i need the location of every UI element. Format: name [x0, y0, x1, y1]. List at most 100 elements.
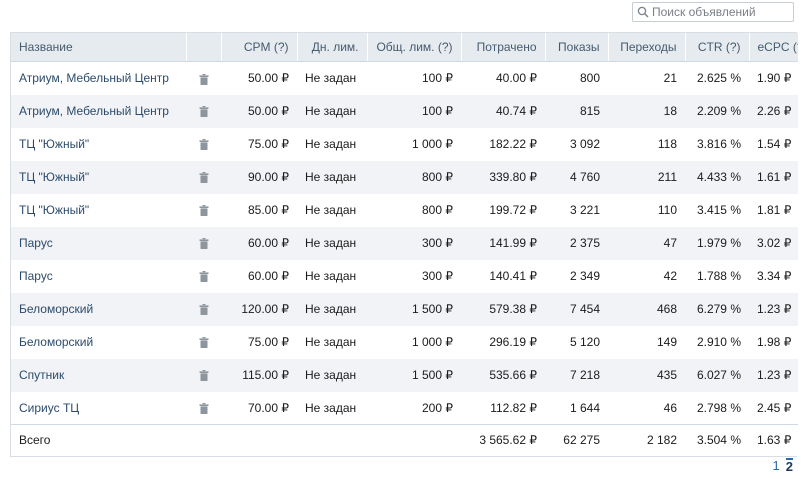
cell-ecpc: 1.23 ₽ [749, 358, 798, 392]
page-link-2[interactable]: 2 [785, 458, 793, 473]
trash-icon[interactable] [199, 172, 209, 184]
cell-ctr: 3.816 % [685, 127, 749, 161]
cell-ctr: 6.027 % [685, 358, 749, 392]
table-row: Парус 60.00 ₽ Не задан 300 ₽141.99 ₽2 375 47… [11, 226, 798, 260]
row-name-link[interactable]: Беломорский [11, 325, 186, 359]
cell-total-limit: 100 ₽ [367, 61, 461, 95]
cell-cpm: 50.00 ₽ [221, 94, 297, 128]
cell-views: 2 375 [545, 226, 608, 260]
cell-clicks: 211 [608, 160, 685, 194]
cell-cpm: 60.00 ₽ [221, 226, 297, 260]
cell-ctr: 4.433 % [685, 160, 749, 194]
cell-spent: 40.00 ₽ [461, 61, 545, 95]
row-name-link[interactable]: Атриум, Мебельный Центр [11, 94, 186, 128]
col-header-ctr[interactable]: CTR (?) [684, 33, 749, 62]
trash-icon[interactable] [199, 370, 209, 382]
cell-views: 3 092 [545, 127, 608, 161]
search-box[interactable] [632, 2, 794, 22]
cell-clicks: 21 [608, 61, 685, 95]
row-name-link[interactable]: Атриум, Мебельный Центр [11, 61, 186, 95]
cell-cpm: 60.00 ₽ [221, 259, 297, 293]
cell-total-limit: 800 ₽ [367, 160, 461, 194]
table-row: Атриум, Мебельный Центр 50.00 ₽ Не задан 10… [11, 61, 798, 95]
cell-total-limit: 1 500 ₽ [367, 358, 461, 392]
col-header-ecpc[interactable]: eCPC (?) [748, 33, 798, 62]
cell-views: 815 [545, 94, 608, 128]
cell-ecpc: 3.34 ₽ [749, 259, 798, 293]
row-name-link[interactable]: Беломорский [11, 292, 186, 326]
table-header-row: Название CPM (?) Дн. лим. Общ. лим. (?) … [11, 33, 798, 62]
cell-clicks: 110 [608, 193, 685, 227]
table-row: ТЦ "Южный" 75.00 ₽ Не задан 1 000 ₽182.22 ₽… [11, 127, 798, 161]
col-header-daily-limit[interactable]: Дн. лим. [296, 33, 367, 62]
col-header-spent[interactable]: Потрачено [460, 33, 545, 62]
col-header-clicks[interactable]: Переходы [607, 33, 685, 62]
trash-icon[interactable] [199, 106, 209, 118]
cell-cpm: 70.00 ₽ [221, 391, 297, 425]
cell-ecpc: 1.54 ₽ [749, 127, 798, 161]
cell-ctr: 1.979 % [685, 226, 749, 260]
cell-ctr: 3.415 % [685, 193, 749, 227]
row-name-link[interactable]: ТЦ "Южный" [11, 160, 186, 194]
row-name-link[interactable]: Сириус ТЦ [11, 391, 186, 425]
row-name-link[interactable]: Парус [11, 226, 186, 260]
cell-views: 1 644 [545, 391, 608, 425]
cell-clicks: 18 [608, 94, 685, 128]
totals-views: 62 275 [545, 424, 608, 456]
cell-total-limit: 200 ₽ [367, 391, 461, 425]
cell-ecpc: 2.45 ₽ [749, 391, 798, 425]
cell-cpm: 120.00 ₽ [221, 292, 297, 326]
row-name-link[interactable]: Спутник [11, 358, 186, 392]
cell-clicks: 118 [608, 127, 685, 161]
cell-spent: 199.72 ₽ [461, 193, 545, 227]
cell-ecpc: 2.26 ₽ [749, 94, 798, 128]
cell-daily-limit: Не задан [297, 259, 367, 293]
trash-icon[interactable] [199, 304, 209, 316]
cell-cpm: 115.00 ₽ [221, 358, 297, 392]
cell-spent: 339.80 ₽ [461, 160, 545, 194]
cell-clicks: 42 [608, 259, 685, 293]
cell-total-limit: 800 ₽ [367, 193, 461, 227]
row-name-link[interactable]: ТЦ "Южный" [11, 193, 186, 227]
search-icon [637, 6, 649, 18]
cell-total-limit: 300 ₽ [367, 226, 461, 260]
cell-clicks: 46 [608, 391, 685, 425]
cell-cpm: 75.00 ₽ [221, 127, 297, 161]
cell-daily-limit: Не задан [297, 193, 367, 227]
totals-ctr: 3.504 % [685, 424, 749, 456]
trash-icon[interactable] [199, 139, 209, 151]
cell-views: 5 120 [545, 325, 608, 359]
cell-views: 800 [545, 61, 608, 95]
cell-ecpc: 3.02 ₽ [749, 226, 798, 260]
search-input[interactable] [652, 5, 788, 19]
cell-cpm: 75.00 ₽ [221, 325, 297, 359]
cell-daily-limit: Не задан [297, 226, 367, 260]
cell-ctr: 6.279 % [685, 292, 749, 326]
trash-icon[interactable] [199, 271, 209, 283]
col-header-name[interactable]: Название [11, 33, 186, 62]
totals-label: Всего [11, 424, 186, 456]
trash-icon[interactable] [199, 403, 209, 415]
cell-clicks: 47 [608, 226, 685, 260]
row-name-link[interactable]: ТЦ "Южный" [11, 127, 186, 161]
cell-total-limit: 1 000 ₽ [367, 325, 461, 359]
cell-daily-limit: Не задан [297, 127, 367, 161]
row-name-link[interactable]: Парус [11, 259, 186, 293]
cell-ecpc: 1.61 ₽ [749, 160, 798, 194]
cell-daily-limit: Не задан [297, 391, 367, 425]
trash-icon[interactable] [199, 205, 209, 217]
pagination: 1 2 [773, 458, 793, 473]
trash-icon[interactable] [199, 73, 209, 85]
col-header-views[interactable]: Показы [544, 33, 608, 62]
trash-icon[interactable] [199, 337, 209, 349]
cell-clicks: 468 [608, 292, 685, 326]
table-row: Атриум, Мебельный Центр 50.00 ₽ Не задан 10… [11, 94, 798, 128]
trash-icon[interactable] [199, 238, 209, 250]
cell-daily-limit: Не задан [297, 160, 367, 194]
cell-spent: 296.19 ₽ [461, 325, 545, 359]
col-header-cpm[interactable]: CPM (?) [220, 33, 297, 62]
col-header-total-limit[interactable]: Общ. лим. (?) [366, 33, 461, 62]
page-link-1[interactable]: 1 [773, 458, 780, 473]
cell-total-limit: 100 ₽ [367, 94, 461, 128]
cell-views: 3 221 [545, 193, 608, 227]
